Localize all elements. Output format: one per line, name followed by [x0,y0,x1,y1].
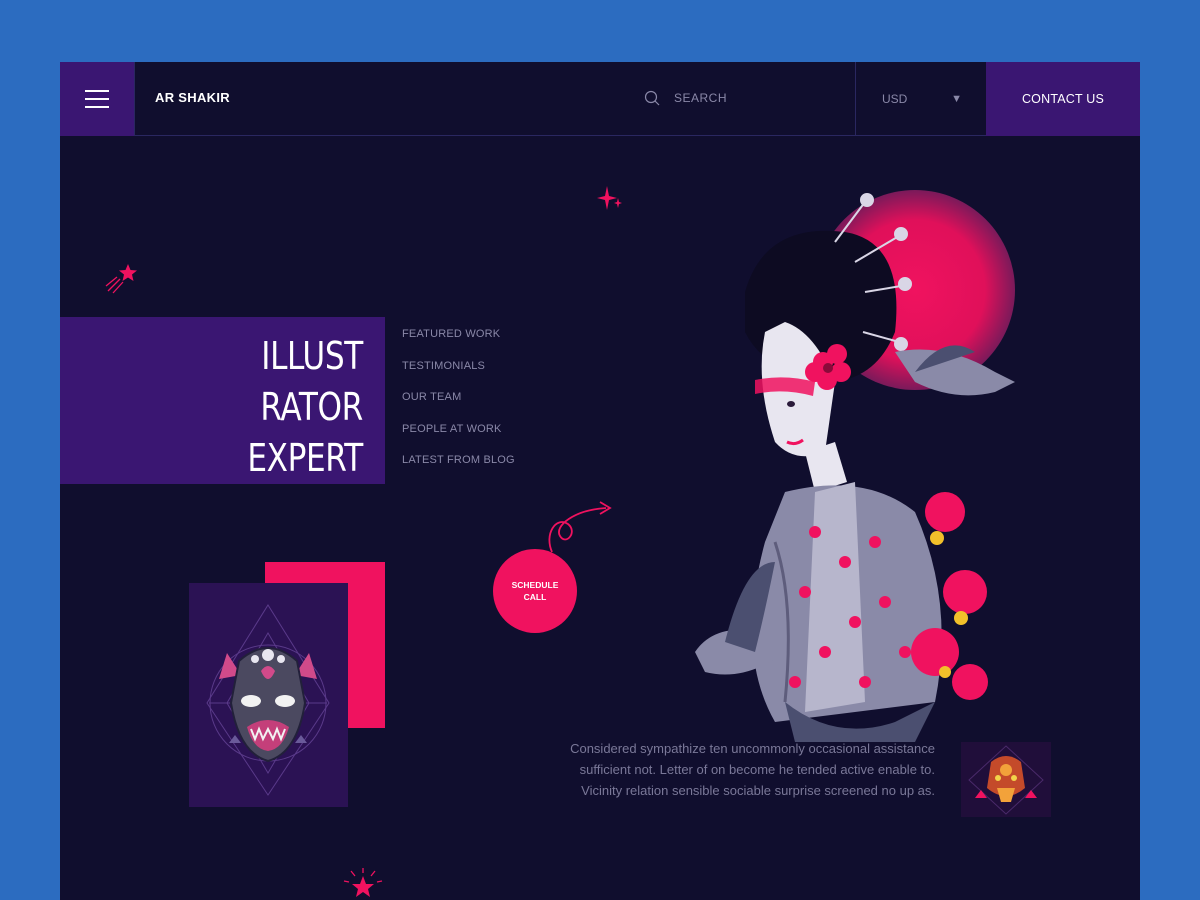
curly-arrow-icon [548,501,612,553]
landing-page: AR SHAKIR SEARCH USD ▼ CONTACT US ILLUST… [60,62,1140,900]
search-input[interactable]: SEARCH [644,90,727,106]
hamburger-icon [85,90,109,92]
nav-item-latest-from-blog[interactable]: LATEST FROM BLOG [402,454,515,466]
hamburger-icon-line [85,98,109,100]
schedule-call-label: SCHEDULE CALL [511,580,559,602]
divider [134,62,135,136]
schedule-call-button[interactable]: SCHEDULE CALL [493,549,577,633]
currency-select[interactable]: USD ▼ [855,62,986,136]
nav-item-people-at-work[interactable]: PEOPLE AT WORK [402,423,515,435]
featured-artwork-card[interactable] [189,583,348,807]
top-navbar: AR SHAKIR SEARCH USD ▼ CONTACT US [60,62,1140,136]
nav-item-testimonials[interactable]: TESTIMONIALS [402,360,515,372]
search-placeholder: SEARCH [674,91,728,105]
hero-title-line: RATOR [260,385,364,429]
hero-title-line: ILLUST [261,334,363,378]
sparkle-star-icon [343,868,383,897]
artwork-thumbnail[interactable] [961,742,1051,817]
geisha-illustration [695,190,1015,742]
contact-us-button[interactable]: CONTACT US [986,62,1140,136]
hero-description: Considered sympathize ten uncommonly occ… [570,741,935,798]
hero-title-line: EXPERT [247,436,364,480]
brand-logo[interactable]: AR SHAKIR [155,90,230,105]
hamburger-icon-line [85,106,109,108]
hero-title-box: ILLUST RATOR EXPERT [60,317,385,484]
nav-item-featured-work[interactable]: FEATURED WORK [402,328,515,340]
search-icon [644,90,660,106]
hero-title: ILLUST RATOR EXPERT [247,331,364,484]
demon-mask-illustration [206,604,330,796]
shooting-star-icon [105,264,137,294]
menu-button[interactable] [60,62,134,136]
caret-down-icon: ▼ [951,93,962,105]
section-nav: FEATURED WORK TESTIMONIALS OUR TEAM PEOP… [402,328,515,486]
currency-value: USD [882,92,908,106]
ornament-illustration [968,745,1044,815]
nav-item-our-team[interactable]: OUR TEAM [402,391,515,403]
